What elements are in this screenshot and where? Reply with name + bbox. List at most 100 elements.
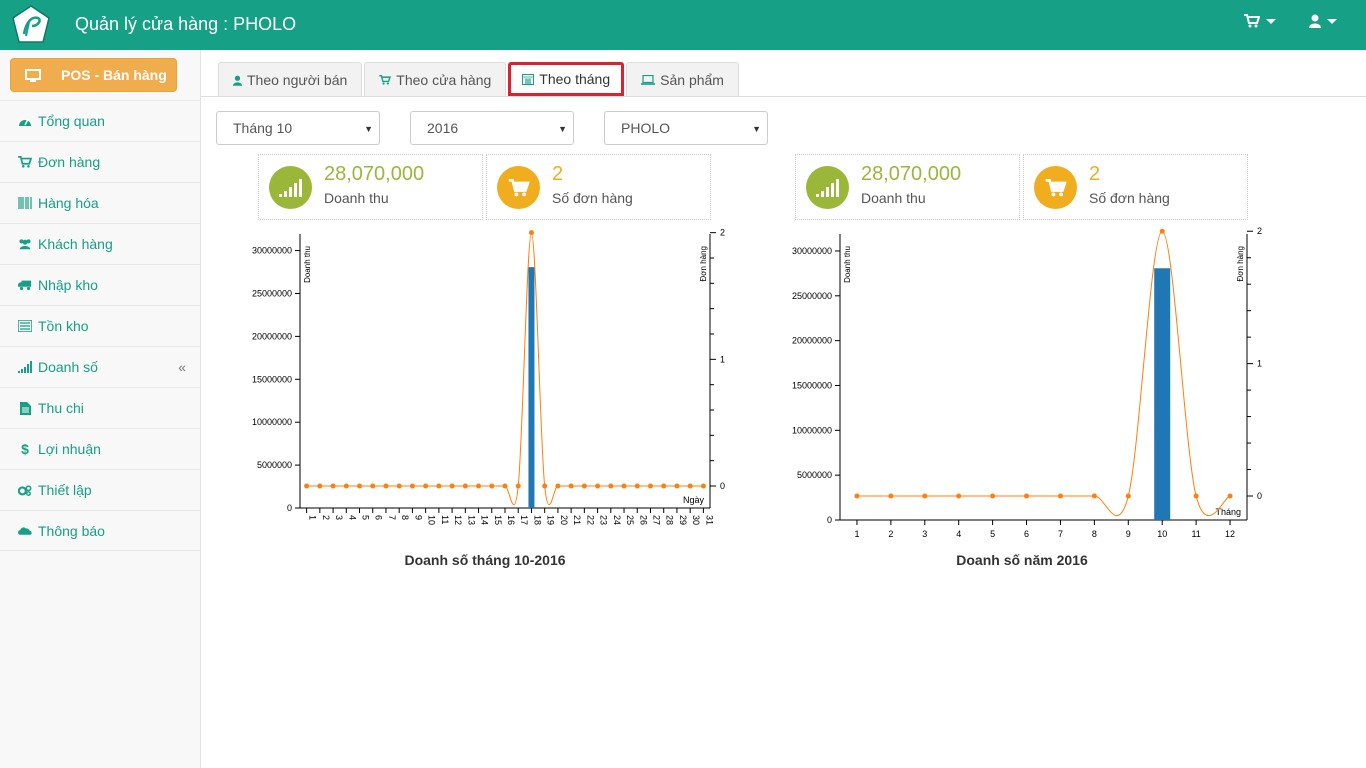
daily-sales-chart: 0 5000000 10000000 15000000 20000000 25000000… xyxy=(252,228,725,525)
y2-tick-label: 1 xyxy=(1257,359,1262,369)
sidebar-item-label: Thiết lập xyxy=(38,482,92,498)
x-tick-label: 5 xyxy=(990,529,995,539)
orders-point xyxy=(687,483,693,489)
sidebar-item-loi-nhuan[interactable]: $ Lợi nhuận xyxy=(0,428,200,469)
orders-point xyxy=(1091,493,1097,499)
year-select[interactable]: 2016 ▼ xyxy=(410,111,574,145)
pos-sale-button[interactable]: POS - Bán hàng xyxy=(10,58,177,92)
month-select-value: Tháng 10 xyxy=(233,120,293,136)
tab-theo-cua-hang[interactable]: Theo cửa hàng xyxy=(364,62,507,97)
stat-label: Doanh thu xyxy=(324,190,389,206)
laptop-icon xyxy=(641,75,656,85)
orders-point xyxy=(317,483,323,489)
calendar-icon xyxy=(522,74,535,85)
stat-revenue-month: 28,070,000 Doanh thu xyxy=(258,154,483,220)
sidebar-item-label: Khách hàng xyxy=(38,236,113,252)
x-tick-label: 12 xyxy=(1225,529,1235,539)
tab-san-pham[interactable]: Sản phẩm xyxy=(626,62,739,97)
orders-point xyxy=(515,483,521,489)
app-title: Quản lý cửa hàng : PHOLO xyxy=(75,14,297,34)
pholo-logo[interactable] xyxy=(10,4,52,46)
y-tick-label: 0 xyxy=(827,515,832,525)
monthly-chart-title: Doanh số năm 2016 xyxy=(956,552,1088,568)
tab-theo-thang[interactable]: Theo tháng xyxy=(508,62,625,96)
barcode-icon xyxy=(18,196,32,210)
sidebar-item-thu-chi[interactable]: Thu chi xyxy=(0,387,200,428)
sidebar-item-don-hang[interactable]: Đơn hàng xyxy=(0,141,200,182)
sidebar-item-hang-hoa[interactable]: Hàng hóa xyxy=(0,182,200,223)
orders-point xyxy=(423,483,429,489)
collapse-icon[interactable]: « xyxy=(178,359,186,375)
x-tick-label: 28 xyxy=(665,515,675,525)
y2-tick-label: 2 xyxy=(1257,226,1262,236)
x-tick-label: 15 xyxy=(493,515,503,525)
y2-tick-label: 0 xyxy=(720,481,725,491)
x-tick-label: 23 xyxy=(599,515,609,525)
x-tick-label: 27 xyxy=(651,515,661,525)
orders-cart-icon xyxy=(1034,166,1077,209)
x-tick-label: 12 xyxy=(453,515,463,525)
users-icon xyxy=(18,237,32,251)
stat-value: 28,070,000 xyxy=(861,163,962,185)
orders-point xyxy=(634,483,640,489)
sidebar-item-thong-bao[interactable]: Thông báo xyxy=(0,510,200,551)
revenue-bar xyxy=(1154,268,1171,520)
stat-value: 2 xyxy=(1089,163,1101,185)
tab-theo-nguoi-ban[interactable]: Theo người bán xyxy=(218,62,363,97)
x-tick-label: 7 xyxy=(1058,529,1063,539)
y-tick-label: 20000000 xyxy=(252,331,292,341)
sidebar-item-label: Tổng quan xyxy=(38,113,105,129)
stat-label: Doanh thu xyxy=(861,190,926,206)
x-tick-label: 2 xyxy=(888,529,893,539)
stat-revenue-year: 28,070,000 Doanh thu xyxy=(795,154,1020,220)
user-icon xyxy=(1309,14,1321,28)
orders-point xyxy=(370,483,376,489)
sidebar-item-ton-kho[interactable]: Tồn kho xyxy=(0,305,200,346)
sidebar-item-tong-quan[interactable]: Tổng quan xyxy=(0,100,200,141)
sidebar-item-thiet-lap[interactable]: Thiết lập xyxy=(0,469,200,510)
x-tick-label: 13 xyxy=(466,515,476,525)
tab-label: Sản phẩm xyxy=(660,72,724,88)
orders-point xyxy=(449,483,455,489)
year-select-value: 2016 xyxy=(427,120,459,136)
orders-point xyxy=(956,493,962,499)
sidebar-item-label: Doanh số xyxy=(38,359,98,375)
x-tick-label: 1 xyxy=(854,529,859,539)
x-tick-label: 1 xyxy=(308,515,318,520)
pos-sale-label: POS - Bán hàng xyxy=(61,67,167,83)
stat-label: Số đơn hàng xyxy=(552,190,633,206)
list-icon xyxy=(18,319,32,333)
cart-dropdown[interactable] xyxy=(1244,14,1276,28)
x-tick-label: 2 xyxy=(321,515,331,520)
cogs-icon xyxy=(18,483,32,497)
user-dropdown[interactable] xyxy=(1309,14,1337,28)
chevron-down-icon xyxy=(1266,18,1276,24)
revenue-signal-icon xyxy=(269,166,312,209)
orders-point xyxy=(489,483,495,489)
month-select[interactable]: Tháng 10 ▼ xyxy=(216,111,380,145)
sidebar-item-nhap-kho[interactable]: Nhập kho xyxy=(0,264,200,305)
sidebar-menu: Tổng quan Đơn hàng Hàng hóa Khách hàng N… xyxy=(0,100,200,551)
sidebar-item-doanh-so[interactable]: Doanh số « xyxy=(0,346,200,387)
orders-point xyxy=(1057,493,1063,499)
orders-point xyxy=(542,483,548,489)
stat-value: 2 xyxy=(552,163,564,185)
y-axis-label: Doanh thu xyxy=(303,246,312,283)
sidebar-item-label: Thông báo xyxy=(38,522,105,539)
store-select[interactable]: PHOLO ▼ xyxy=(604,111,768,145)
y-tick-label: 25000000 xyxy=(252,288,292,298)
truck-icon xyxy=(18,278,32,292)
orders-point xyxy=(888,493,894,499)
monitor-icon xyxy=(25,68,41,82)
orders-point xyxy=(343,483,349,489)
sidebar-item-label: Lợi nhuận xyxy=(38,441,101,457)
cart-icon xyxy=(1244,14,1260,28)
x-tick-label: 10 xyxy=(1157,529,1167,539)
y-tick-label: 5000000 xyxy=(257,460,292,470)
x-tick-label: 16 xyxy=(506,515,516,525)
x-tick-label: 6 xyxy=(1024,529,1029,539)
sidebar-item-khach-hang[interactable]: Khách hàng xyxy=(0,223,200,264)
y-tick-label: 25000000 xyxy=(792,291,832,301)
orders-point xyxy=(990,493,996,499)
orders-point xyxy=(700,483,706,489)
